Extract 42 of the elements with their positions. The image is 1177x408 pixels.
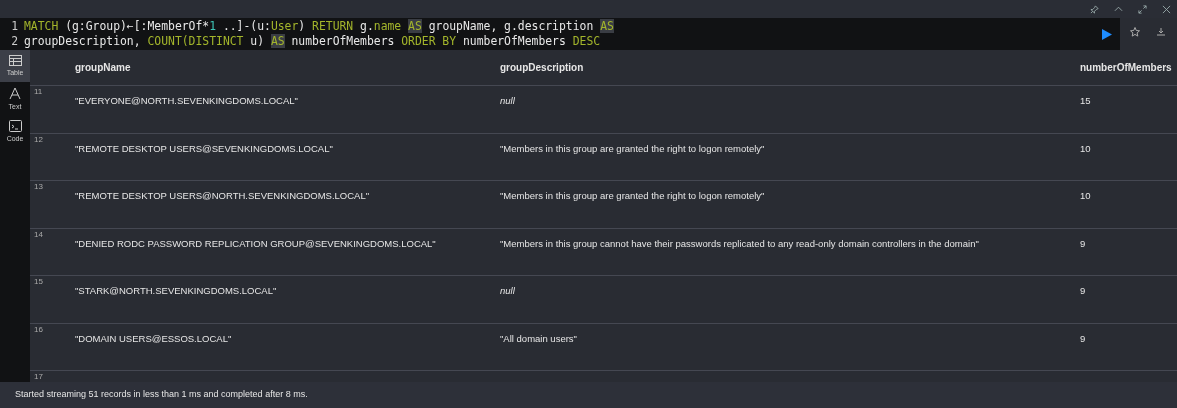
table-cell: null	[500, 95, 515, 106]
table-cell: 9	[1080, 237, 1086, 249]
table-icon	[8, 55, 22, 66]
terminal-icon	[8, 120, 22, 132]
row-number: 13	[34, 182, 43, 191]
table-cell: 10	[1080, 190, 1091, 201]
table-cell: "Members in this group are granted the right to logon remotely"	[500, 142, 765, 154]
run-button[interactable]	[1099, 27, 1114, 41]
query-editor[interactable]: 1 MATCH (g:Group)←[:MemberOf*1 ..]-(u:User) RETURN g.name AS groupName, g.description AS 2 groupDescription, COUNT(DISTINCT u) AS numberOfMembers ORDER BY numberOfMembers DESC	[0, 18, 1093, 50]
code-line: MATCH (g:Group)←[:MemberOf*1 ..]-(u:User) RETURN g.name AS groupName, g.description AS	[24, 19, 614, 34]
table-cell: "REMOTE DESKTOP USERS@SEVENKINGDOMS.LOCAL"	[75, 142, 333, 154]
download-icon[interactable]	[1154, 25, 1168, 39]
table-cell: "All domain users"	[500, 332, 577, 344]
column-header[interactable]: numberOfMembers	[1080, 62, 1172, 73]
table-cell: "REMOTE DESKTOP USERS@NORTH.SEVENKINGDOMS.LOCAL"	[75, 190, 370, 201]
letter-icon	[9, 86, 21, 100]
table-cell: "Members in this group are granted the right to logon remotely"	[500, 190, 765, 201]
column-header[interactable]: groupDescription	[500, 62, 584, 73]
table-cell: null	[500, 285, 515, 296]
table-cell: 9	[1080, 332, 1086, 344]
star-icon[interactable]	[1128, 25, 1142, 39]
fullscreen-icon[interactable]	[1135, 2, 1149, 16]
table-cell: "DENIED RODC PASSWORD REPLICATION GROUP@SEVENKINGDOMS.LOCAL"	[75, 237, 436, 249]
line-number: 2	[10, 34, 19, 49]
row-number: 12	[34, 134, 43, 144]
status-message: Started streaming 51 records in less than 1 ms and completed after 8 ms.	[0, 382, 1177, 408]
table-cell: "STARK@NORTH.SEVENKINGDOMS.LOCAL"	[75, 285, 277, 296]
row-number: 14	[34, 229, 43, 239]
row-number: 11	[34, 87, 43, 96]
code-line: groupDescription, COUNT(DISTINCT u) AS numberOfMembers ORDER BY numberOfMembers DESC	[24, 34, 601, 49]
table-cell: "DOMAIN USERS@ESSOS.LOCAL"	[75, 332, 232, 344]
row-number: 17	[34, 372, 43, 381]
pin-icon[interactable]	[1087, 2, 1101, 16]
row-number: 16	[34, 324, 43, 334]
line-number: 1	[10, 19, 19, 34]
table-cell: 15	[1080, 95, 1091, 106]
row-number: 15	[34, 277, 43, 286]
table-cell: "EVERYONE@NORTH.SEVENKINGDOMS.LOCAL"	[75, 95, 298, 106]
table-cell: "Members in this group cannot have their passwords replicated to any read-only domain controllers in the domain"	[500, 237, 979, 249]
table-cell: 10	[1080, 142, 1091, 154]
table-cell: 9	[1080, 285, 1086, 296]
column-header[interactable]: groupName	[75, 62, 131, 73]
